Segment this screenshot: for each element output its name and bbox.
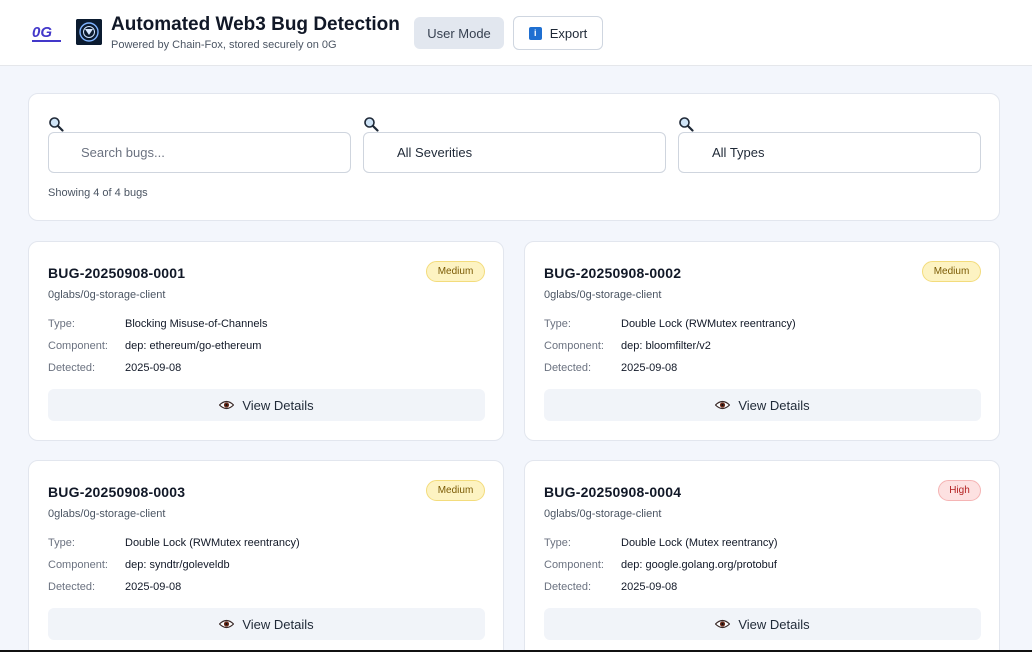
type-value: Blocking Misuse-of-Channels [125,318,268,330]
severity-badge: Medium [426,480,485,501]
component-label: Component: [48,559,108,571]
chainfox-logo [76,19,102,45]
component-value: dep: google.golang.org/protobuf [621,559,777,571]
view-details-button[interactable]: View Details [48,608,485,640]
0g-logo-text: 0G [32,24,52,41]
detected-label: Detected: [544,581,592,593]
view-details-label: View Details [738,397,810,413]
chainfox-logo-icon [76,19,102,45]
bug-id: BUG-20250908-0001 [48,265,186,281]
user-mode-label: User Mode [427,25,491,41]
severity-badge: Medium [922,261,981,282]
view-details-label: View Details [738,616,810,632]
component-value: dep: bloomfilter/v2 [621,340,711,352]
page-subtitle: Powered by Chain-Fox, stored securely on… [111,39,337,51]
bug-repo: 0glabs/0g-storage-client [544,508,662,520]
view-details-button[interactable]: View Details [544,608,981,640]
eye-icon [715,619,731,629]
view-details-label: View Details [242,397,314,413]
component-value: dep: syndtr/goleveldb [125,559,230,571]
severity-badge: Medium [426,261,485,282]
type-label: Type: [48,537,75,549]
results-count: Showing 4 of 4 bugs [48,187,148,199]
search-input[interactable] [48,132,351,173]
filter-panel: All Severities All Types Showing 4 of 4 … [28,93,1000,221]
detected-label: Detected: [48,581,96,593]
type-filter-icon [679,117,694,132]
bug-card: BUG-20250908-0003 Medium 0glabs/0g-stora… [28,460,504,652]
bug-card: BUG-20250908-0002 Medium 0glabs/0g-stora… [524,241,1000,441]
component-label: Component: [48,340,108,352]
bug-id: BUG-20250908-0004 [544,484,682,500]
bug-repo: 0glabs/0g-storage-client [48,508,166,520]
search-icon [49,117,64,132]
type-label: Type: [48,318,75,330]
bug-repo: 0glabs/0g-storage-client [48,289,166,301]
export-info-icon: i [528,26,542,40]
component-value: dep: ethereum/go-ethereum [125,340,262,352]
page-title: Automated Web3 Bug Detection [111,14,400,35]
bug-card: BUG-20250908-0004 High 0glabs/0g-storage… [524,460,1000,652]
bug-id: BUG-20250908-0002 [544,265,682,281]
bug-card: BUG-20250908-0001 Medium 0glabs/0g-stora… [28,241,504,441]
type-value: Double Lock (RWMutex reentrancy) [125,537,300,549]
type-value: Double Lock (RWMutex reentrancy) [621,318,796,330]
bug-id: BUG-20250908-0003 [48,484,186,500]
detected-value: 2025-09-08 [621,362,678,374]
type-label: Type: [544,318,571,330]
detected-value: 2025-09-08 [125,581,182,593]
eye-icon [219,400,235,410]
severity-filter-icon [364,117,379,132]
detected-label: Detected: [48,362,96,374]
type-select-value: All Types [712,145,765,160]
view-details-button[interactable]: View Details [544,389,981,421]
eye-icon [715,400,731,410]
export-label: Export [549,25,588,41]
severity-select[interactable]: All Severities [363,132,666,173]
0g-logo[interactable]: 0G [31,22,63,44]
severity-badge: High [938,480,981,501]
severity-select-value: All Severities [397,145,473,160]
bug-repo: 0glabs/0g-storage-client [544,289,662,301]
app-header: 0G Automated Web3 Bug Detection Powered … [0,0,1032,66]
component-label: Component: [544,559,604,571]
view-details-label: View Details [242,616,314,632]
component-label: Component: [544,340,604,352]
0g-logo-icon: 0G [32,24,61,42]
detected-label: Detected: [544,362,592,374]
type-label: Type: [544,537,571,549]
type-value: Double Lock (Mutex reentrancy) [621,537,778,549]
view-details-button[interactable]: View Details [48,389,485,421]
user-mode-button[interactable]: User Mode [414,17,504,49]
detected-value: 2025-09-08 [621,581,678,593]
export-button[interactable]: i Export [513,16,603,50]
type-select[interactable]: All Types [678,132,981,173]
eye-icon [219,619,235,629]
detected-value: 2025-09-08 [125,362,182,374]
